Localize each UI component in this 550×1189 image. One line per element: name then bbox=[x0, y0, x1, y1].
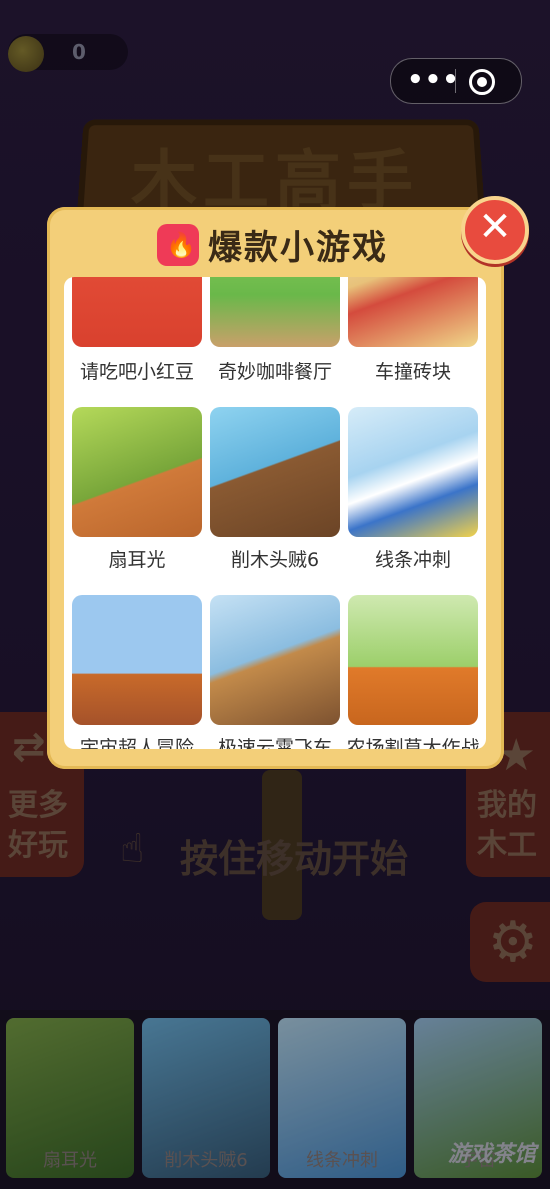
flame-icon: 🔥 bbox=[166, 231, 196, 259]
game-thumbnail bbox=[210, 595, 340, 725]
game-label: 极速云霄飞车 bbox=[217, 737, 332, 749]
more-dots-icon[interactable]: ••• bbox=[407, 65, 460, 95]
game-thumbnail bbox=[210, 407, 340, 537]
close-button[interactable]: ✕ bbox=[461, 196, 529, 264]
game-grid: 请吃吧小红豆 奇妙咖啡餐厅 车撞砖块 扇耳光 削木头贼6 线条冲刺 宇宙超人冒险… bbox=[64, 277, 486, 749]
game-label: 请吃吧小红豆 bbox=[79, 361, 194, 383]
game-thumbnail bbox=[72, 595, 202, 725]
game-thumbnail bbox=[348, 407, 478, 537]
mini-program-capsule: ••• bbox=[390, 58, 522, 104]
target-icon[interactable] bbox=[469, 69, 495, 95]
capsule-divider bbox=[455, 69, 456, 93]
game-label: 线条冲刺 bbox=[374, 549, 451, 571]
game-thumbnail bbox=[72, 407, 202, 537]
game-label: 扇耳光 bbox=[108, 549, 166, 571]
game-label: 削木头贼6 bbox=[230, 549, 320, 571]
game-thumbnail bbox=[210, 277, 340, 347]
modal-title: 爆款小游戏 bbox=[208, 228, 388, 268]
game-label: 车撞砖块 bbox=[374, 361, 451, 383]
game-label: 农场割草大作战 bbox=[346, 737, 480, 749]
game-label: 宇宙超人冒险 bbox=[79, 737, 194, 749]
game-thumbnail bbox=[348, 595, 478, 725]
game-thumbnail bbox=[72, 277, 202, 347]
game-label: 奇妙咖啡餐厅 bbox=[217, 361, 332, 383]
game-thumbnail bbox=[348, 277, 478, 347]
close-icon: ✕ bbox=[478, 204, 512, 250]
